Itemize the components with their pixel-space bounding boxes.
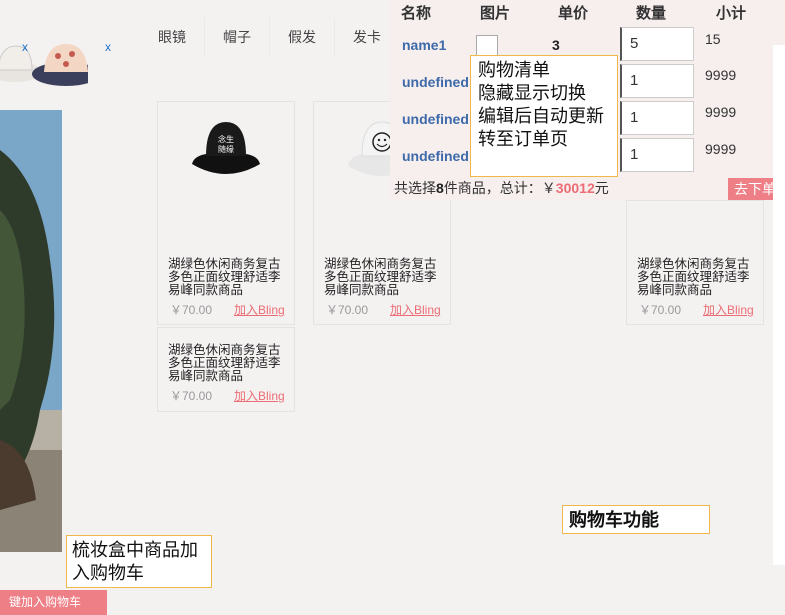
product-name[interactable]: 湖绿色休闲商务复古多色正面纹理舒适李易峰同款商品 bbox=[324, 258, 444, 297]
cart-item-subtotal: 9999 bbox=[705, 141, 737, 157]
svg-text:念生: 念生 bbox=[218, 134, 234, 144]
cart-header-subtotal: 小计 bbox=[716, 5, 747, 22]
add-to-cart-button[interactable]: 加入Bling bbox=[234, 301, 285, 318]
cart-header-name: 名称 bbox=[401, 5, 432, 22]
product-name[interactable]: 湖绿色休闲商务复古多色正面纹理舒适李易峰同款商品 bbox=[637, 258, 757, 297]
category-nav: 眼镜 帽子 假发 发卡 bbox=[140, 18, 400, 56]
summary-amount: 30012 bbox=[555, 180, 595, 196]
quantity-input[interactable]: 1 bbox=[620, 138, 694, 172]
page-edge-panel bbox=[773, 45, 785, 565]
nav-item-hats[interactable]: 帽子 bbox=[205, 18, 270, 56]
black-bucket-hat-image[interactable]: 念生 随缘 bbox=[186, 112, 266, 192]
annotation-makeup-box: 梳妆盒中商品加 入购物车 bbox=[66, 535, 212, 588]
product-name[interactable]: 湖绿色休闲商务复古多色正面纹理舒适李易峰同款商品 bbox=[168, 344, 288, 383]
summary-mid: 件商品，总计：￥ bbox=[443, 180, 556, 196]
quantity-input[interactable]: 5 bbox=[620, 27, 694, 61]
summary-unit: 元 bbox=[594, 180, 609, 196]
quantity-input[interactable]: 1 bbox=[620, 101, 694, 135]
product-card: 湖绿色休闲商务复古多色正面纹理舒适李易峰同款商品 ￥70.00 加入Bling bbox=[157, 327, 295, 412]
annotation-cart-list: 购物清单 隐藏显示切换 编辑后自动更新 转至订单页 bbox=[470, 55, 618, 177]
cart-header-qty: 数量 bbox=[636, 5, 667, 22]
nav-item-wigs[interactable]: 假发 bbox=[270, 18, 335, 56]
model-photo bbox=[0, 110, 62, 552]
cart-header-price: 单价 bbox=[558, 5, 589, 22]
product-price: ￥70.00 bbox=[326, 303, 369, 317]
product-card: 湖绿色休闲商务复古多色正面纹理舒适李易峰同款商品 ￥70.00 加入Bling bbox=[626, 200, 764, 325]
summary-count: 8 bbox=[436, 180, 444, 196]
cart-item-price: 3 bbox=[552, 37, 560, 53]
product-price: ￥70.00 bbox=[170, 303, 213, 317]
cart-item-subtotal: 15 bbox=[705, 31, 721, 47]
broken-image-icon bbox=[476, 35, 498, 57]
product-price: ￥70.00 bbox=[170, 389, 213, 403]
cart-item-name: name1 bbox=[402, 37, 447, 53]
product-price: ￥70.00 bbox=[639, 303, 682, 317]
product-card: 念生 随缘 湖绿色休闲商务复古多色正面纹理舒适李易峰同款商品 ￥70.00 加入… bbox=[157, 101, 295, 325]
add-to-cart-button[interactable]: 加入Bling bbox=[703, 301, 754, 318]
remove-thumbnail-2-icon[interactable]: x bbox=[105, 40, 111, 54]
cart-item-name: undefined bbox=[402, 74, 469, 90]
cart-item-name: undefined bbox=[402, 148, 469, 164]
cart-item-subtotal: 9999 bbox=[705, 104, 737, 120]
add-to-cart-button[interactable]: 加入Bling bbox=[234, 387, 285, 404]
summary-prefix: 共选择 bbox=[394, 180, 436, 196]
patterned-bucket-hat-thumbnail[interactable] bbox=[30, 32, 88, 90]
product-name[interactable]: 湖绿色休闲商务复古多色正面纹理舒适李易峰同款商品 bbox=[168, 258, 288, 297]
add-to-cart-button[interactable]: 加入Bling bbox=[390, 301, 441, 318]
makeup-box-thumbnails: x x bbox=[0, 30, 118, 100]
annotation-cart-feature: 购物车功能 bbox=[562, 505, 710, 534]
quantity-input[interactable]: 1 bbox=[620, 64, 694, 98]
nav-item-glasses[interactable]: 眼镜 bbox=[140, 18, 205, 56]
cart-item-subtotal: 9999 bbox=[705, 67, 737, 83]
cart-item-name: undefined bbox=[402, 111, 469, 127]
add-all-to-cart-button[interactable]: 键加入购物车 bbox=[0, 590, 107, 615]
svg-text:随缘: 随缘 bbox=[218, 144, 234, 154]
cart-header-image: 图片 bbox=[480, 5, 511, 22]
cart-summary: 共选择8件商品，总计：￥30012元 bbox=[394, 178, 609, 198]
remove-thumbnail-1-icon[interactable]: x bbox=[22, 40, 28, 54]
